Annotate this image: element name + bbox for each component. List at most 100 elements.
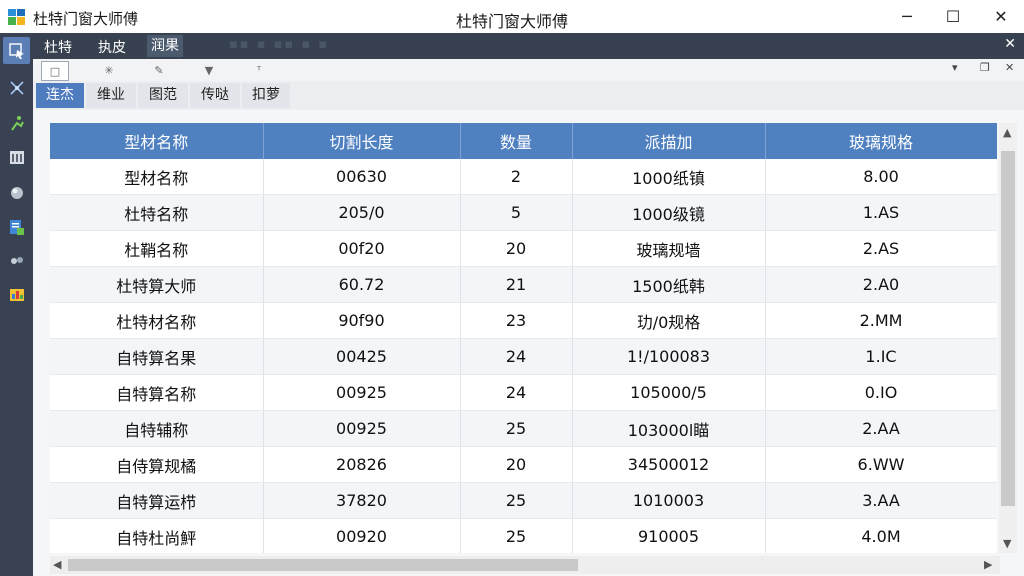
rail-link-button[interactable] — [3, 247, 30, 274]
table-row[interactable]: 自特算名果 00425 24 1!/100083 1.IC — [50, 338, 997, 375]
table-row[interactable]: 自特辅称 00925 25 103000l瞄 2.AA — [50, 410, 997, 447]
table-cell: 杜特材名称 — [50, 302, 264, 339]
restore-icon[interactable]: ❐ — [980, 61, 990, 74]
close-window-button[interactable]: ✕ — [978, 0, 1024, 33]
sparkle-icon[interactable]: ✳ — [96, 61, 122, 79]
vertical-scroll-thumb[interactable] — [1001, 151, 1015, 506]
rail-figure-button[interactable] — [3, 109, 30, 136]
table-cell: 90f90 — [263, 302, 461, 339]
table-row[interactable]: 杜鞘名称 00f20 20 玻璃规墙 2.AS — [50, 230, 997, 267]
rail-sphere-button[interactable] — [3, 178, 30, 205]
dropdown-icon[interactable]: ▾ — [952, 61, 958, 74]
scroll-down-icon[interactable]: ▼ — [1003, 537, 1011, 550]
rail-cross-button[interactable] — [3, 74, 30, 101]
table-cell: 1000纸镇 — [572, 159, 766, 195]
tab-bar: 连杰 维业 图范 传哒 扣萝 — [33, 81, 1024, 110]
column-header[interactable]: 玻璃规格 — [765, 123, 997, 159]
table-cell: 205/0 — [263, 194, 461, 231]
horizontal-scrollbar[interactable]: ◀ ▶ — [50, 556, 1000, 574]
sphere-icon — [10, 186, 23, 199]
table-row[interactable]: 自特算名称 00925 24 105000/5 0.IO — [50, 374, 997, 411]
table-cell: 自特辅称 — [50, 410, 264, 447]
scroll-left-icon[interactable]: ◀ — [53, 558, 61, 571]
table-cell: 1.AS — [765, 194, 997, 231]
tab-weiye[interactable]: 维业 — [86, 83, 136, 108]
scroll-up-icon[interactable]: ▲ — [1003, 126, 1011, 139]
column-header[interactable]: 数量 — [460, 123, 573, 159]
maximize-icon: ☐ — [945, 7, 961, 26]
building-icon — [9, 150, 24, 164]
pin-icon[interactable]: ᵀ — [246, 61, 272, 79]
table-cell: 24 — [460, 338, 573, 375]
rail-building-button[interactable] — [3, 143, 30, 170]
table-cell: 00425 — [263, 338, 461, 375]
table-cell: 8.00 — [765, 159, 997, 195]
menu-faded-items: ▪▪ ▪ ▪▪ ▪ ▪ — [229, 37, 330, 52]
rail-select-button[interactable] — [3, 37, 30, 64]
cross-tool-icon — [9, 80, 24, 95]
table-cell: 60.72 — [263, 266, 461, 303]
table-row[interactable]: 杜特算大师 60.72 21 1500纸韩 2.A0 — [50, 266, 997, 303]
table-row[interactable]: 自侍算规橘 20826 20 34500012 6.WW — [50, 446, 997, 483]
column-header[interactable]: 切割长度 — [263, 123, 461, 159]
table-cell: 00925 — [263, 374, 461, 411]
scroll-right-icon[interactable]: ▶ — [984, 558, 992, 571]
rail-report-button[interactable] — [3, 213, 30, 240]
column-header[interactable]: 型材名称 — [50, 123, 264, 159]
table-cell: 21 — [460, 266, 573, 303]
left-tool-rail — [0, 33, 33, 576]
table-header-row: 型材名称 切割长度 数量 派描加 玻璃规格 — [50, 123, 997, 159]
table-row[interactable]: 自特杜尚鮃 00920 25 910005 4.0M — [50, 518, 997, 553]
table-cell: 24 — [460, 374, 573, 411]
rail-chart-button[interactable] — [3, 281, 30, 308]
close-icon: ✕ — [994, 7, 1008, 26]
table-cell: 20 — [460, 230, 573, 267]
table-cell: 1.IC — [765, 338, 997, 375]
data-grid: 型材名称 切割长度 数量 派描加 玻璃规格 型材名称 00630 2 1000纸镇 8.… — [50, 123, 997, 553]
tab-tufan[interactable]: 图范 — [138, 83, 188, 108]
table-cell: 2.AA — [765, 410, 997, 447]
menu-item-zhipi[interactable]: 执皮 — [98, 37, 126, 57]
table-cell: 25 — [460, 482, 573, 519]
table-cell: 自特算名果 — [50, 338, 264, 375]
table-row[interactable]: 杜特名称 205/0 5 1000级镜 1.AS — [50, 194, 997, 231]
table-cell: 25 — [460, 410, 573, 447]
maximize-button[interactable]: ☐ — [930, 0, 976, 33]
table-cell: 杜鞘名称 — [50, 230, 264, 267]
vertical-scrollbar[interactable]: ▲ ▼ — [999, 123, 1017, 553]
table-row[interactable]: 自特算运栉 37820 25 1010003 3.AA — [50, 482, 997, 519]
table-cell: 自特杜尚鮃 — [50, 518, 264, 553]
table-cell: 25 — [460, 518, 573, 553]
table-cell: 自侍算规橘 — [50, 446, 264, 483]
table-cell: 20826 — [263, 446, 461, 483]
page-icon[interactable]: □ — [41, 61, 69, 81]
profile-table: 型材名称 切割长度 数量 派描加 玻璃规格 型材名称 00630 2 1000纸镇 8.… — [50, 123, 997, 553]
table-cell: 23 — [460, 302, 573, 339]
minimize-button[interactable]: ─ — [884, 0, 930, 33]
table-cell: 玏/0规格 — [572, 302, 766, 339]
table-cell: 1010003 — [572, 482, 766, 519]
edit-icon[interactable]: ✎ — [146, 61, 172, 79]
panel-close-icon[interactable]: ✕ — [1005, 61, 1014, 74]
table-cell: 2 — [460, 159, 573, 195]
menu-item-dute[interactable]: 杜特 — [44, 37, 72, 57]
table-cell: 2.A0 — [765, 266, 997, 303]
column-header[interactable]: 派描加 — [572, 123, 766, 159]
table-row[interactable]: 杜特材名称 90f90 23 玏/0规格 2.MM — [50, 302, 997, 339]
table-cell: 6.WW — [765, 446, 997, 483]
horizontal-scroll-thumb[interactable] — [68, 559, 578, 571]
table-cell: 型材名称 — [50, 159, 264, 195]
tab-lianjie[interactable]: 连杰 — [36, 83, 84, 108]
menu-item-runguo[interactable]: 润果 — [147, 35, 183, 57]
tab-chuanda[interactable]: 传哒 — [190, 83, 240, 108]
tab-kouluo[interactable]: 扣萝 — [242, 83, 290, 108]
table-cell: 1500纸韩 — [572, 266, 766, 303]
table-cell: 5 — [460, 194, 573, 231]
table-row[interactable]: 型材名称 00630 2 1000纸镇 8.00 — [50, 159, 997, 195]
table-cell: 自特算运栉 — [50, 482, 264, 519]
window-title: 杜特门窗大师傅 — [455, 12, 568, 31]
table-cell: 2.MM — [765, 302, 997, 339]
table-cell: 00920 — [263, 518, 461, 553]
menu-close-icon[interactable]: ✕ — [1004, 36, 1016, 52]
funnel-icon[interactable]: ▼ — [196, 61, 222, 79]
